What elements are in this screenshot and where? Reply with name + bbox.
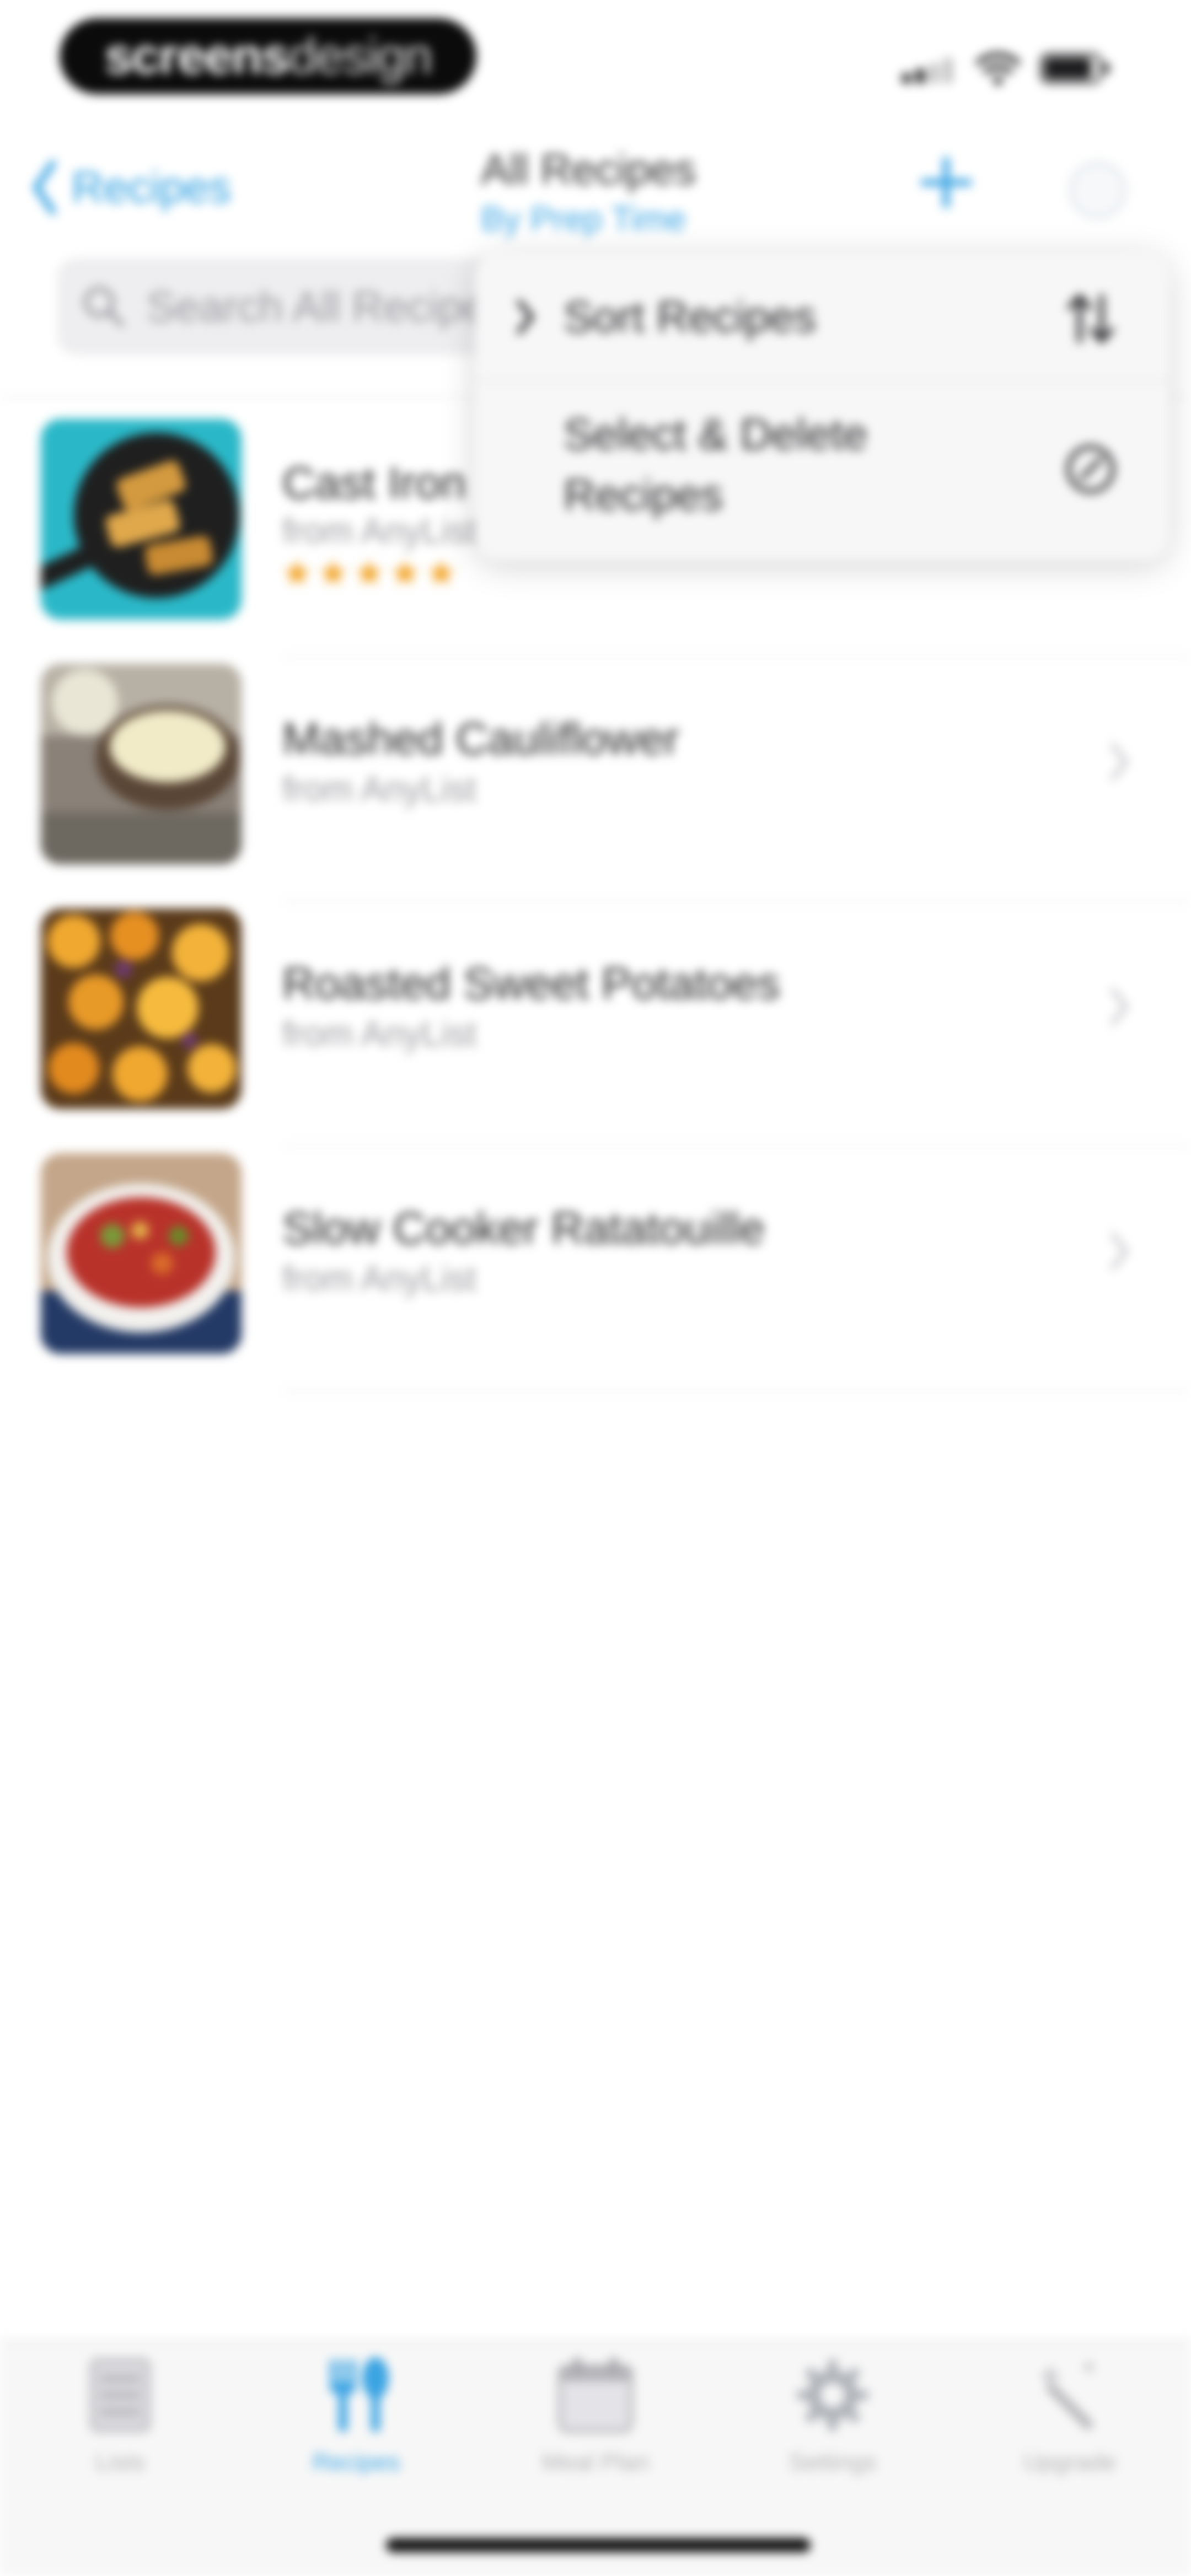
recipe-row-slow-cooker-ratatouille[interactable]: Slow Cooker Ratatouille from AnyList [0, 1148, 1191, 1392]
menu-item-select-delete[interactable]: Select & Delete Recipes [475, 382, 1169, 560]
recipe-name: Mashed Cauliflower [282, 714, 680, 764]
recipe-name: Roasted Sweet Potatoes [282, 959, 780, 1009]
battery-icon [1040, 53, 1112, 84]
fork-spoon-icon [330, 2357, 389, 2432]
menu-item-sort-recipes[interactable]: Sort Recipes [475, 252, 1169, 382]
chevron-right-icon [1110, 743, 1128, 781]
row-separator [282, 901, 1191, 902]
tab-settings[interactable]: Settings [750, 2354, 915, 2476]
page-title: All Recipes [481, 145, 696, 193]
tab-lists[interactable]: Lists [37, 2354, 203, 2476]
list-icon [89, 2358, 151, 2433]
tab-label: Lists [95, 2449, 146, 2476]
tab-meal-plan[interactable]: Meal Plan [513, 2354, 678, 2476]
recipe-row-roasted-sweet-potatoes[interactable]: Roasted Sweet Potatoes from AnyList [0, 903, 1191, 1148]
recipe-thumbnail [41, 1153, 242, 1354]
check-circle-icon [1066, 445, 1115, 493]
tab-label: Upgrade [1023, 2449, 1117, 2476]
gear-icon [797, 2359, 868, 2431]
recipe-source: from AnyList [282, 511, 477, 551]
sort-subtitle[interactable]: By Prep Time [481, 200, 686, 239]
tab-label: Settings [788, 2449, 877, 2476]
chevron-right-icon [1110, 1233, 1128, 1270]
wifi-icon [976, 52, 1020, 85]
search-placeholder: Search All Recipes [147, 282, 508, 331]
tab-label: Recipes [312, 2449, 400, 2476]
back-label: Recipes [72, 163, 232, 212]
recipe-thumbnail [41, 664, 242, 864]
options-menu: Sort Recipes Select & Delete Recipes [475, 252, 1169, 560]
calendar-icon [557, 2357, 634, 2433]
watermark-badge: screens design [60, 18, 476, 94]
row-separator [282, 1390, 1191, 1392]
recipe-source: from AnyList [282, 1259, 477, 1298]
menu-item-label: Sort Recipes [564, 292, 816, 341]
more-options-button[interactable] [1069, 161, 1127, 219]
recipe-thumbnail [41, 419, 242, 620]
recipe-source: from AnyList [282, 769, 477, 809]
home-indicator [386, 2538, 811, 2552]
sort-arrows-icon [1067, 294, 1114, 343]
recipe-source: from AnyList [282, 1014, 477, 1053]
rating-stars: ★★★★★ [281, 553, 462, 593]
back-button[interactable]: Recipes [32, 160, 231, 215]
badge-text-2: design [288, 28, 432, 84]
tab-upgrade[interactable]: Upgrade [987, 2354, 1152, 2476]
menu-item-label: Select & Delete Recipes [564, 410, 868, 519]
chevron-left-icon [33, 160, 56, 215]
magic-wand-icon [1039, 2359, 1097, 2430]
recipe-thumbnail [41, 908, 242, 1109]
badge-text-1: screens [104, 28, 290, 84]
row-separator [282, 1146, 1191, 1147]
chevron-right-icon [1110, 988, 1128, 1025]
chevron-right-icon [517, 299, 534, 335]
tab-recipes[interactable]: Recipes [273, 2354, 439, 2476]
screen: screens design Recipes All Recipes By Pre… [0, 0, 1191, 2576]
recipe-name: Slow Cooker Ratatouille [282, 1203, 765, 1254]
recipe-name: Cast Iron [282, 458, 466, 508]
recipe-row-mashed-cauliflower[interactable]: Mashed Cauliflower from AnyList [0, 658, 1191, 903]
search-icon [84, 287, 124, 327]
add-recipe-button[interactable] [921, 157, 972, 208]
tab-label: Meal Plan [541, 2449, 650, 2476]
row-separator [282, 656, 1191, 658]
cellular-signal-icon [902, 58, 952, 83]
